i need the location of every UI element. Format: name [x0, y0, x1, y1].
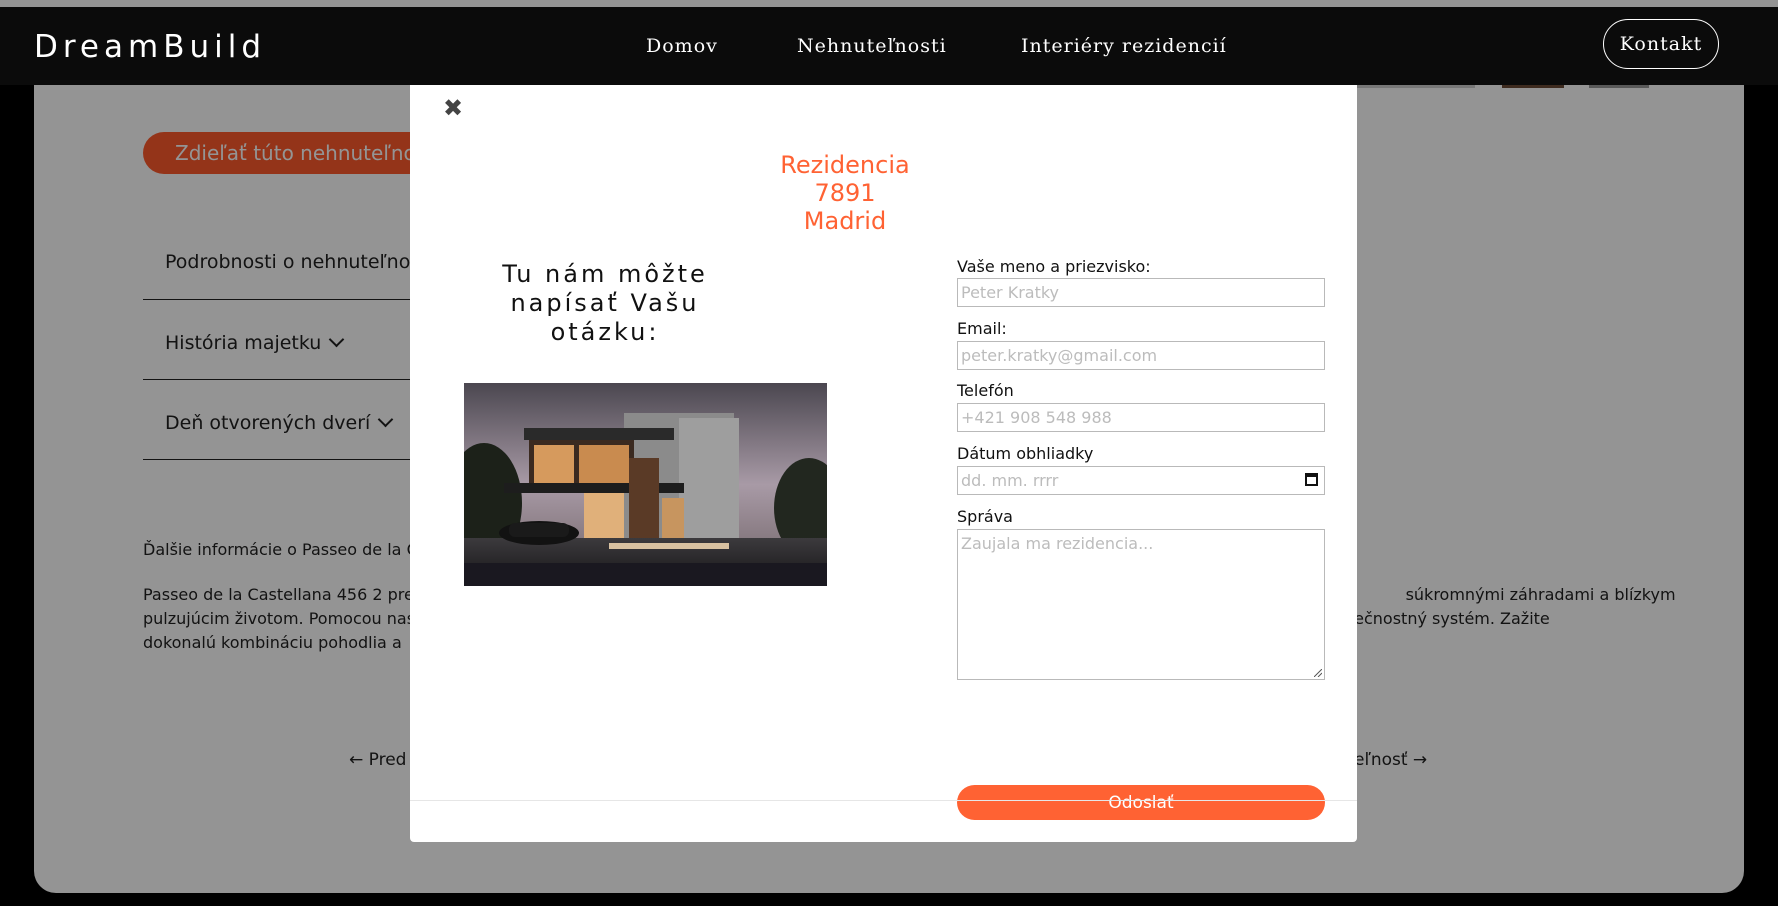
- phone-input[interactable]: +421 908 548 988: [957, 403, 1325, 432]
- modal-title: Rezidencia 7891 Madrid: [750, 151, 940, 235]
- brand-logo[interactable]: DreamBuild: [34, 29, 266, 65]
- resize-handle-icon[interactable]: [1314, 669, 1322, 677]
- email-input[interactable]: peter.kratky@gmail.com: [957, 341, 1325, 370]
- subheading-line: otázku:: [550, 318, 660, 346]
- date-input[interactable]: dd. mm. rrrr: [957, 466, 1325, 495]
- date-placeholder: dd. mm. rrrr: [961, 471, 1059, 490]
- name-input[interactable]: Peter Kratky: [957, 278, 1325, 307]
- close-x-icon[interactable]: ✖: [443, 94, 463, 122]
- calendar-icon[interactable]: [1305, 473, 1318, 486]
- message-textarea[interactable]: Zaujala ma rezidencia...: [957, 529, 1325, 680]
- modal-footer-divider: [410, 800, 1357, 801]
- inquiry-modal: ✖ Rezidencia 7891 Madrid Tu nám môžte na…: [410, 85, 1357, 842]
- modal-subheading: Tu nám môžte napísať Vašu otázku:: [480, 260, 730, 347]
- nav-properties[interactable]: Nehnuteľnosti: [797, 35, 947, 57]
- title-line: 7891: [814, 179, 876, 207]
- subheading-line: napísať Vašu: [510, 289, 700, 317]
- message-label: Správa: [957, 507, 1013, 526]
- subheading-line: Tu nám môžte: [502, 260, 708, 288]
- title-line: Madrid: [803, 207, 887, 235]
- nav-home[interactable]: Domov: [646, 35, 718, 57]
- submit-label: Odoslať: [1108, 792, 1174, 813]
- contact-button[interactable]: Kontakt: [1603, 19, 1719, 69]
- email-label: Email:: [957, 319, 1007, 338]
- submit-button[interactable]: Odoslať: [957, 785, 1325, 820]
- date-label: Dátum obhliadky: [957, 444, 1094, 463]
- name-label: Vaše meno a priezvisko:: [957, 257, 1151, 276]
- message-placeholder: Zaujala ma rezidencia...: [961, 534, 1154, 553]
- contact-label: Kontakt: [1619, 33, 1703, 55]
- phone-label: Telefón: [957, 381, 1014, 400]
- site-header: DreamBuild Domov Nehnuteľnosti Interiéry…: [0, 7, 1778, 85]
- residence-image: [464, 383, 827, 586]
- nav-interiors[interactable]: Interiéry rezidencií: [1021, 35, 1227, 57]
- title-line: Rezidencia: [780, 151, 910, 179]
